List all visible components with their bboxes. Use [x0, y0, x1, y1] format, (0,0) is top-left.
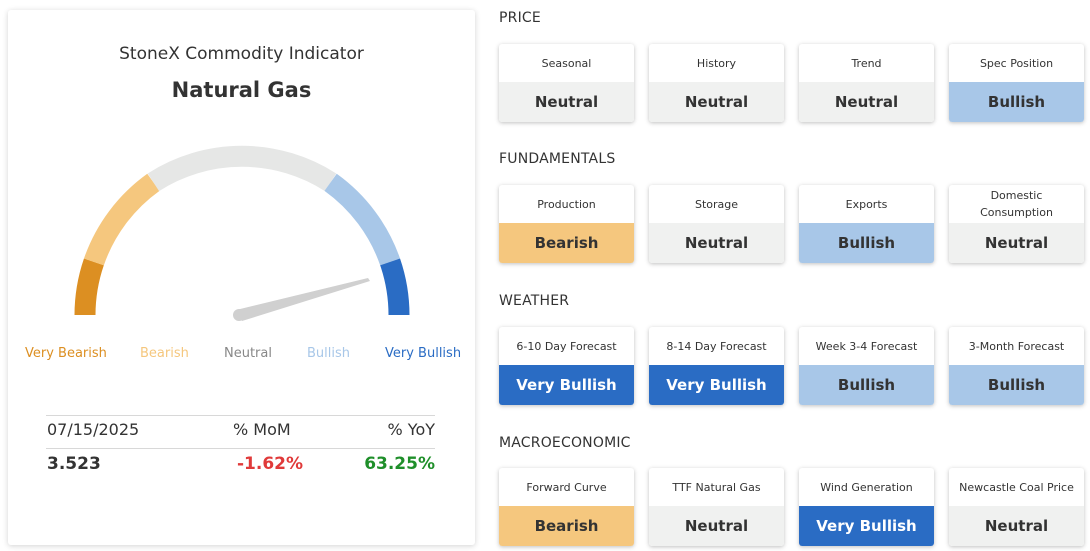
stats-date: 07/15/2025 [47, 420, 140, 439]
gauge-label-very-bearish: Very Bearish [25, 346, 107, 361]
card-value: Neutral [649, 506, 784, 546]
card-label: 6-10 Day Forecast [516, 339, 617, 353]
card-3-month-forecast[interactable]: 3-Month Forecast Bullish [949, 327, 1084, 405]
card-newcastle-coal-price[interactable]: Newcastle Coal Price Neutral [949, 468, 1084, 546]
card-label: Forward Curve [526, 480, 607, 494]
gauge-needle-hub [233, 309, 245, 321]
card-history[interactable]: History Neutral [649, 44, 784, 122]
card-label: Seasonal [541, 56, 592, 70]
card-spec-position[interactable]: Spec Position Bullish [949, 44, 1084, 122]
section-title-macroeconomic: MACROECONOMIC [499, 435, 631, 451]
card-wind-generation[interactable]: Wind Generation Very Bullish [799, 468, 934, 546]
card-value: Neutral [649, 223, 784, 263]
card-value: Neutral [949, 506, 1084, 546]
card-storage[interactable]: Storage Neutral [649, 185, 784, 263]
gauge-segment-bearish [83, 173, 160, 266]
section-title-fundamentals: FUNDAMENTALS [499, 151, 616, 167]
card-value: Bullish [949, 365, 1084, 405]
stats-divider-mid [46, 448, 435, 449]
card-label: Trend [851, 56, 882, 70]
card-value: Neutral [799, 82, 934, 122]
card-week-3-4-forecast[interactable]: Week 3-4 Forecast Bullish [799, 327, 934, 405]
gauge-needle [236, 278, 370, 321]
card-label: 3-Month Forecast [968, 339, 1065, 353]
card-trend[interactable]: Trend Neutral [799, 44, 934, 122]
card-label: Domestic Consumption [980, 189, 1053, 219]
card-label: Production [537, 197, 596, 211]
gauge-label-very-bullish: Very Bullish [385, 346, 462, 361]
gauge-label-bearish: Bearish [140, 346, 189, 361]
card-label: Storage [694, 197, 739, 211]
card-6-10-day-forecast[interactable]: 6-10 Day Forecast Very Bullish [499, 327, 634, 405]
gauge-segment-bullish [324, 173, 401, 266]
card-value: Bullish [799, 223, 934, 263]
card-exports[interactable]: Exports Bullish [799, 185, 934, 263]
gauge-segment-very-bullish [380, 258, 410, 316]
card-value: Bearish [499, 506, 634, 546]
card-label: Spec Position [979, 56, 1054, 70]
section-title-weather: WEATHER [499, 293, 570, 309]
card-value: Very Bullish [649, 365, 784, 405]
card-label: TTF Natural Gas [672, 480, 761, 494]
gauge-segment-very-bearish [74, 258, 104, 316]
card-ttf-natural-gas[interactable]: TTF Natural Gas Neutral [649, 468, 784, 546]
section-title-price: PRICE [499, 10, 541, 26]
gauge-segment-neutral [147, 145, 337, 192]
gauge-label-bullish: Bullish [307, 346, 351, 361]
card-label: Week 3-4 Forecast [815, 339, 918, 353]
card-domestic-consumption[interactable]: Domestic Consumption Neutral [949, 185, 1084, 263]
stats-price: 3.523 [47, 454, 101, 474]
card-value: Bearish [499, 223, 634, 263]
card-label: Exports [845, 197, 888, 211]
card-label: Wind Generation [820, 480, 913, 494]
indicator-panel: StoneX Commodity Indicator Natural Gas V… [8, 10, 475, 545]
stats-yoy-header: % YoY [387, 420, 436, 439]
card-production[interactable]: Production Bearish [499, 185, 634, 263]
card-value: Neutral [649, 82, 784, 122]
stats-divider-top [46, 415, 435, 416]
stats-yoy-value: 63.25% [364, 454, 435, 474]
card-label: Newcastle Coal Price [959, 480, 1074, 494]
stats-mom-header: % MoM [233, 420, 291, 439]
card-label: History [696, 56, 737, 70]
card-forward-curve[interactable]: Forward Curve Bearish [499, 468, 634, 546]
stats-mom-value: -1.62% [237, 454, 304, 474]
card-value: Neutral [499, 82, 634, 122]
gauge-label-neutral: Neutral [224, 346, 272, 361]
card-value: Very Bullish [499, 365, 634, 405]
card-value: Very Bullish [799, 506, 934, 546]
card-value: Neutral [949, 223, 1084, 263]
card-value: Bullish [799, 365, 934, 405]
card-value: Bullish [949, 82, 1084, 122]
card-seasonal[interactable]: Seasonal Neutral [499, 44, 634, 122]
card-8-14-day-forecast[interactable]: 8-14 Day Forecast Very Bullish [649, 327, 784, 405]
card-label: 8-14 Day Forecast [666, 339, 767, 353]
